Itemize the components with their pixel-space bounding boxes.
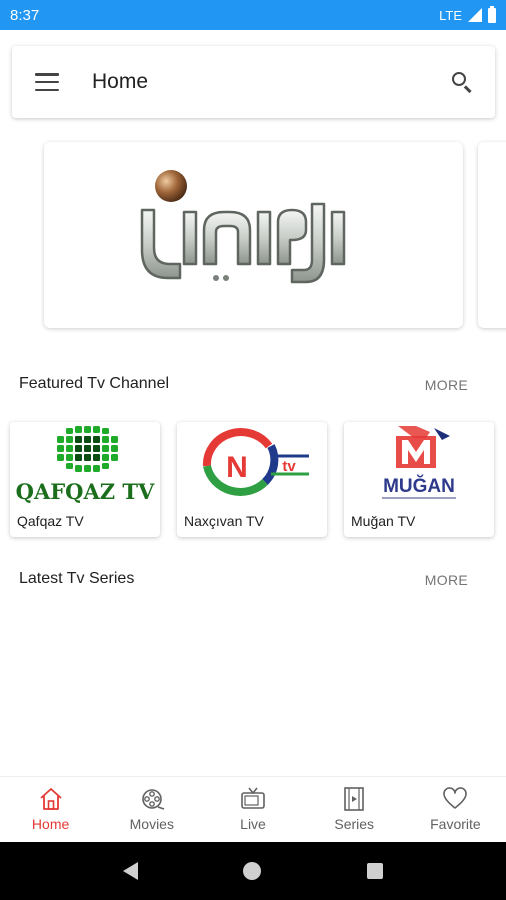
home-icon [39,788,62,810]
network-type: LTE [439,7,462,23]
nav-label: Home [31,816,70,832]
channel-name: Muğan TV [351,513,416,529]
app-bar: Home [12,46,495,118]
menu-icon[interactable] [35,73,59,91]
channel-card-naxcivan[interactable]: N tv Naxçıvan TV [177,422,327,537]
channel-card-qafqaz[interactable]: QAFQAZ TV Qafqaz TV [10,422,160,537]
nav-label: Series [334,816,375,832]
tv-icon [241,787,265,809]
series-more-button[interactable]: MORE [425,572,468,588]
channel-card-mugan[interactable]: MUĞAN Muğan TV [344,422,494,537]
featured-more-button[interactable]: MORE [425,377,468,393]
status-time: 8:37 [10,6,40,24]
qafqaz-logo-icon: QAFQAZ TV [16,426,155,504]
nav-movies[interactable]: Movies [101,777,202,842]
battery-icon [488,5,496,23]
channel-name: Naxçıvan TV [184,513,264,529]
nav-label: Favorite [430,816,481,832]
next-banner-peek[interactable] [478,142,506,328]
mugan-logo-icon: MUĞAN [382,426,456,499]
home-button-icon[interactable] [243,862,262,880]
film-reel-icon [141,789,165,810]
naxcivan-logo-letter: N [226,451,248,484]
channel-logo-image [140,170,346,284]
heart-icon [443,787,468,809]
page-title: Home [92,70,149,93]
nav-favorite[interactable]: Favorite [405,777,506,842]
featured-banner[interactable] [44,142,463,328]
naxcivan-logo-icon: N tv [202,428,309,496]
recent-apps-icon[interactable] [367,863,384,879]
qafqaz-logo-text: QAFQAZ TV [16,479,155,504]
nav-label: Live [240,816,266,832]
back-icon[interactable] [122,862,138,880]
mugan-logo-text: MUĞAN [383,475,455,497]
nav-series[interactable]: Series [304,777,405,842]
signal-icon [468,8,482,22]
naxcivan-logo-suffix: tv [282,458,296,475]
status-bar: 8:37 LTE [0,0,506,30]
film-strip-icon [344,787,365,811]
nav-live[interactable]: Live [202,777,303,842]
channel-name: Qafqaz TV [17,513,84,529]
featured-section-title: Featured Tv Channel [19,375,170,392]
system-navigation-bar [0,842,506,900]
nav-label: Movies [129,816,174,832]
nav-home[interactable]: Home [0,777,101,842]
search-icon[interactable] [441,62,481,102]
bottom-navigation: Home Movies Live Series Favorite [0,776,506,842]
series-section-title: Latest Tv Series [19,570,135,587]
status-indicators: LTE [439,5,496,23]
